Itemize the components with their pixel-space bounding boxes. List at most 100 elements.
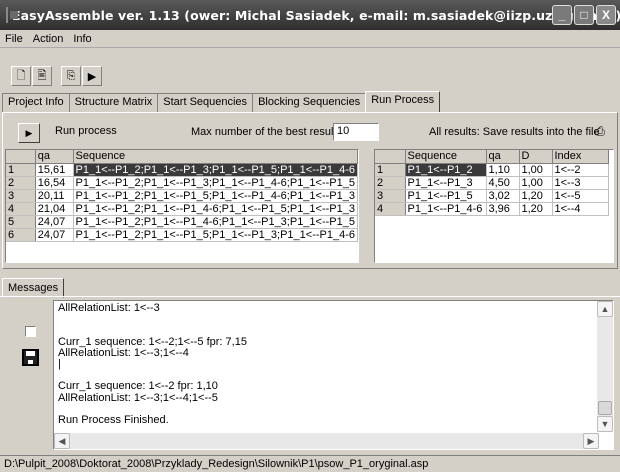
- save-results-label: All results: Save results into the file: [429, 126, 600, 138]
- message-line: AllRelationList: 1<--3;1<--4: [58, 346, 189, 359]
- relations-grid[interactable]: Sequence qa D Index 1 P1_1<--P1_2 1,10 1…: [374, 149, 614, 263]
- table-row[interactable]: 1 P1_1<--P1_2 1,10 1,00 1<--2: [375, 163, 609, 177]
- cell-qa[interactable]: 24,07: [35, 215, 74, 229]
- scroll-right-icon[interactable]: ▶: [583, 433, 599, 449]
- messages-vertical-scrollbar[interactable]: ▲ ▼: [597, 301, 613, 432]
- max-results-label: Max number of the best results:: [191, 126, 346, 138]
- scroll-down-icon[interactable]: ▼: [597, 416, 613, 432]
- run-process-label: Run process: [55, 125, 117, 137]
- cell-sequence[interactable]: P1_1<--P1_2;P1_1<--P1_3;P1_1<--P1_5;P1_1…: [73, 163, 358, 177]
- table-row[interactable]: 3 20,11 P1_1<--P1_2;P1_1<--P1_5;P1_1<--P…: [6, 189, 358, 203]
- max-results-input[interactable]: 10: [333, 123, 379, 141]
- cell-qa[interactable]: 21,04: [35, 202, 74, 216]
- cell-qa[interactable]: 1,10: [486, 163, 520, 177]
- table-row[interactable]: 4 P1_1<--P1_4-6 3,96 1,20 1<--4: [375, 202, 609, 216]
- row-number: 3: [375, 189, 406, 203]
- menu-action[interactable]: Action: [28, 33, 69, 45]
- cell-sequence[interactable]: P1_1<--P1_2;P1_1<--P1_4-6;P1_1<--P1_3;P1…: [73, 215, 358, 229]
- save-disk-icon[interactable]: [22, 349, 39, 366]
- copy-icon[interactable]: ⎘: [61, 66, 81, 86]
- header-sequence[interactable]: Sequence: [73, 150, 358, 164]
- cell-sequence[interactable]: P1_1<--P1_2: [405, 163, 487, 177]
- table-row[interactable]: 4 21,04 P1_1<--P1_2;P1_1<--P1_4-6;P1_1<-…: [6, 202, 358, 216]
- header-cell: [375, 150, 406, 164]
- cell-qa[interactable]: 4,50: [486, 176, 520, 190]
- table-row[interactable]: 3 P1_1<--P1_5 3,02 1,20 1<--5: [375, 189, 609, 203]
- window-controls: _ □ X: [552, 5, 616, 25]
- header-d[interactable]: D: [519, 150, 553, 164]
- tab-start-sequencies[interactable]: Start Sequencies: [157, 93, 254, 112]
- tab-run-process[interactable]: Run Process: [365, 91, 441, 112]
- scroll-left-icon[interactable]: ◀: [54, 433, 70, 449]
- table-row[interactable]: 2 P1_1<--P1_3 4,50 1,00 1<--3: [375, 176, 609, 190]
- cell-index[interactable]: 1<--3: [552, 176, 609, 190]
- menu-bar: File Action Info: [0, 30, 620, 48]
- cell-qa[interactable]: 3,02: [486, 189, 520, 203]
- tab-structure-matrix[interactable]: Structure Matrix: [68, 93, 159, 112]
- cell-index[interactable]: 1<--2: [552, 163, 609, 177]
- cell-sequence[interactable]: P1_1<--P1_3: [405, 176, 487, 190]
- row-number: 2: [6, 176, 36, 190]
- tab-messages[interactable]: Messages: [2, 278, 65, 298]
- cell-qa[interactable]: 16,54: [35, 176, 74, 190]
- main-tabs: Project Info Structure Matrix Start Sequ…: [2, 91, 441, 112]
- message-line: [58, 314, 247, 325]
- tab-project-info[interactable]: Project Info: [2, 93, 70, 112]
- table-row[interactable]: 1 15,61 P1_1<--P1_2;P1_1<--P1_3;P1_1<--P…: [6, 163, 358, 177]
- message-line: Run Process Finished.: [58, 413, 169, 426]
- scroll-up-icon[interactable]: ▲: [597, 301, 613, 317]
- menu-file[interactable]: File: [0, 33, 28, 45]
- close-button[interactable]: X: [596, 5, 616, 25]
- tab-blocking-sequencies[interactable]: Blocking Sequencies: [252, 93, 367, 112]
- open-file-icon[interactable]: 🖹: [32, 66, 52, 86]
- cell-d[interactable]: 1,20: [519, 202, 553, 216]
- cell-qa[interactable]: 15,61: [35, 163, 74, 177]
- messages-checkbox[interactable]: [25, 326, 36, 337]
- row-number: 1: [6, 163, 36, 177]
- scroll-thumb[interactable]: [598, 401, 612, 415]
- cell-sequence[interactable]: P1_1<--P1_2;P1_1<--P1_4-6;P1_1<--P1_5;P1…: [73, 202, 358, 216]
- message-line: AllRelationList: 1<--3: [58, 302, 160, 314]
- cell-index[interactable]: 1<--5: [552, 189, 609, 203]
- cell-sequence[interactable]: P1_1<--P1_2;P1_1<--P1_3;P1_1<--P1_4-6;P1…: [73, 176, 358, 190]
- cell-sequence[interactable]: P1_1<--P1_2;P1_1<--P1_5;P1_1<--P1_4-6;P1…: [73, 189, 358, 203]
- message-line: [58, 325, 247, 336]
- messages-memo[interactable]: AllRelationList: 1<--3 Curr_1 sequence: …: [53, 300, 614, 450]
- new-file-icon[interactable]: 🗋: [11, 66, 31, 86]
- messages-text: AllRelationList: 1<--3 Curr_1 sequence: …: [58, 302, 247, 437]
- row-number: 4: [6, 202, 36, 216]
- cell-qa[interactable]: 3,96: [486, 202, 520, 216]
- status-bar: D:\Pulpit_2008\Doktorat_2008\Przyklady_R…: [0, 455, 620, 472]
- cell-d[interactable]: 1,00: [519, 176, 553, 190]
- header-index[interactable]: Index: [552, 150, 609, 164]
- save-results-icon[interactable]: ⎙: [589, 121, 611, 141]
- toolbar: 🗋 🖹 ⎘ ▶: [0, 49, 620, 89]
- cell-d[interactable]: 1,20: [519, 189, 553, 203]
- row-number: 5: [6, 215, 36, 229]
- table-row[interactable]: 6 24,07 P1_1<--P1_2;P1_1<--P1_5;P1_1<--P…: [6, 228, 358, 242]
- cell-sequence[interactable]: P1_1<--P1_4-6: [405, 202, 487, 216]
- cell-sequence[interactable]: P1_1<--P1_5: [405, 189, 487, 203]
- table-row[interactable]: 2 16,54 P1_1<--P1_2;P1_1<--P1_3;P1_1<--P…: [6, 176, 358, 190]
- cell-qa[interactable]: 24,07: [35, 228, 74, 242]
- results-grid-header: qa Sequence: [6, 150, 358, 164]
- cell-index[interactable]: 1<--4: [552, 202, 609, 216]
- cell-d[interactable]: 1,00: [519, 163, 553, 177]
- header-qa[interactable]: qa: [35, 150, 74, 164]
- row-number: 3: [6, 189, 36, 203]
- message-line: AllRelationList: 1<--3;1<--4;1<--5: [58, 391, 218, 404]
- menu-info[interactable]: Info: [68, 33, 96, 45]
- run-icon[interactable]: ▶: [82, 66, 102, 86]
- results-grid[interactable]: qa Sequence 1 15,61 P1_1<--P1_2;P1_1<--P…: [5, 149, 359, 263]
- header-sequence[interactable]: Sequence: [405, 150, 487, 164]
- maximize-button[interactable]: □: [574, 5, 594, 25]
- minimize-button[interactable]: _: [552, 5, 572, 25]
- cell-qa[interactable]: 20,11: [35, 189, 74, 203]
- row-number: 4: [375, 202, 406, 216]
- cell-sequence[interactable]: P1_1<--P1_2;P1_1<--P1_5;P1_1<--P1_3;P1_1…: [73, 228, 358, 242]
- table-row[interactable]: 5 24,07 P1_1<--P1_2;P1_1<--P1_4-6;P1_1<-…: [6, 215, 358, 229]
- header-qa[interactable]: qa: [486, 150, 520, 164]
- run-process-panel: ▶ Run process Max number of the best res…: [2, 112, 618, 269]
- run-process-button[interactable]: ▶: [18, 123, 40, 143]
- messages-horizontal-scrollbar[interactable]: ◀ ▶: [54, 433, 599, 449]
